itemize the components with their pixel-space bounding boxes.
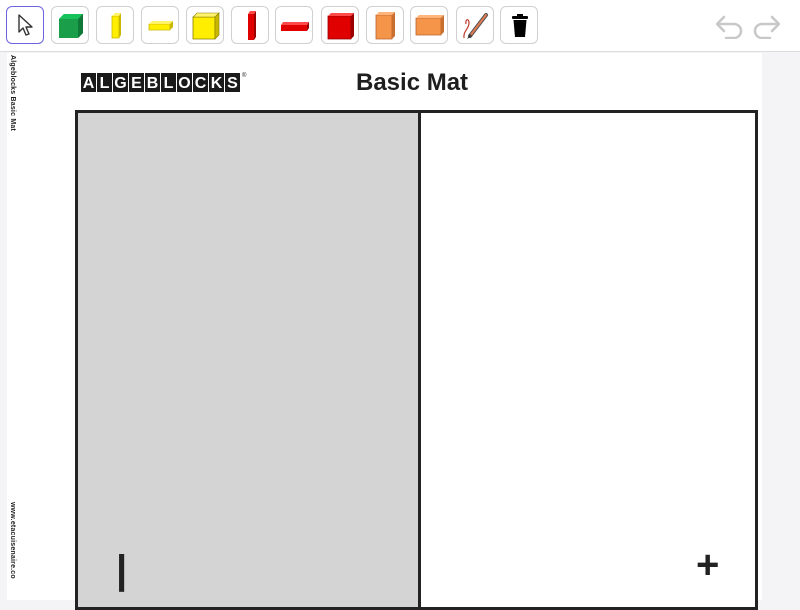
pencil-icon — [463, 13, 488, 39]
yellow-square-tile-icon — [192, 12, 220, 40]
red-square-tool-button[interactable] — [321, 6, 359, 44]
logo-letter: S — [225, 73, 240, 92]
algeblocks-logo: A L G E B L O C K S ® — [81, 73, 246, 93]
orange-wide-tile-icon — [415, 15, 444, 36]
red-vertical-bar-icon — [248, 11, 256, 40]
positive-region[interactable]: + — [421, 113, 755, 607]
yellow-vertical-tool-button[interactable] — [96, 6, 134, 44]
logo-letter: L — [97, 73, 112, 92]
negative-region[interactable]: | — [78, 113, 421, 607]
green-tile-tool-button[interactable] — [51, 6, 89, 44]
side-label-bottom: www.etacuisenaire.co — [9, 502, 16, 579]
red-horizontal-tool-button[interactable] — [275, 6, 313, 44]
orange-tall-tile-icon — [375, 12, 395, 40]
yellow-horizontal-tool-button[interactable] — [141, 6, 179, 44]
yellow-vertical-bar-icon — [111, 13, 121, 39]
basic-mat[interactable]: | + — [75, 110, 758, 610]
logo-letter: G — [113, 73, 128, 92]
logo-letter: C — [193, 73, 208, 92]
logo-letter: O — [177, 73, 192, 92]
green-square-tile-icon — [59, 14, 83, 38]
orange-wide-tile-tool-button[interactable] — [410, 6, 448, 44]
side-label-top: Algeblocks Basic Mat — [9, 55, 16, 131]
toolbar — [0, 0, 800, 52]
red-horizontal-bar-icon — [281, 22, 309, 31]
page-title: Basic Mat — [356, 69, 469, 96]
redo-icon[interactable] — [752, 13, 782, 39]
logo-letter: E — [129, 73, 144, 92]
logo-letter: A — [81, 73, 96, 92]
orange-tall-tile-tool-button[interactable] — [366, 6, 404, 44]
mat-sheet[interactable]: Algeblocks Basic Mat www.etacuisenaire.c… — [7, 53, 762, 610]
logo-letter: L — [161, 73, 176, 92]
delete-tool-button[interactable] — [500, 6, 538, 44]
trash-icon — [512, 14, 528, 37]
undo-icon[interactable] — [714, 13, 744, 39]
red-vertical-tool-button[interactable] — [231, 6, 269, 44]
logo-letter: B — [145, 73, 160, 92]
logo-letter: K — [209, 73, 224, 92]
yellow-horizontal-bar-icon — [148, 21, 173, 31]
pen-tool-button[interactable] — [456, 6, 494, 44]
yellow-square-tool-button[interactable] — [186, 6, 224, 44]
pointer-arrow-icon — [18, 14, 33, 36]
negative-sign: | — [116, 548, 128, 592]
positive-sign: + — [696, 543, 720, 587]
select-tool-button[interactable] — [6, 6, 44, 44]
red-square-tile-icon — [327, 13, 354, 40]
registered-mark: ® — [242, 73, 247, 79]
